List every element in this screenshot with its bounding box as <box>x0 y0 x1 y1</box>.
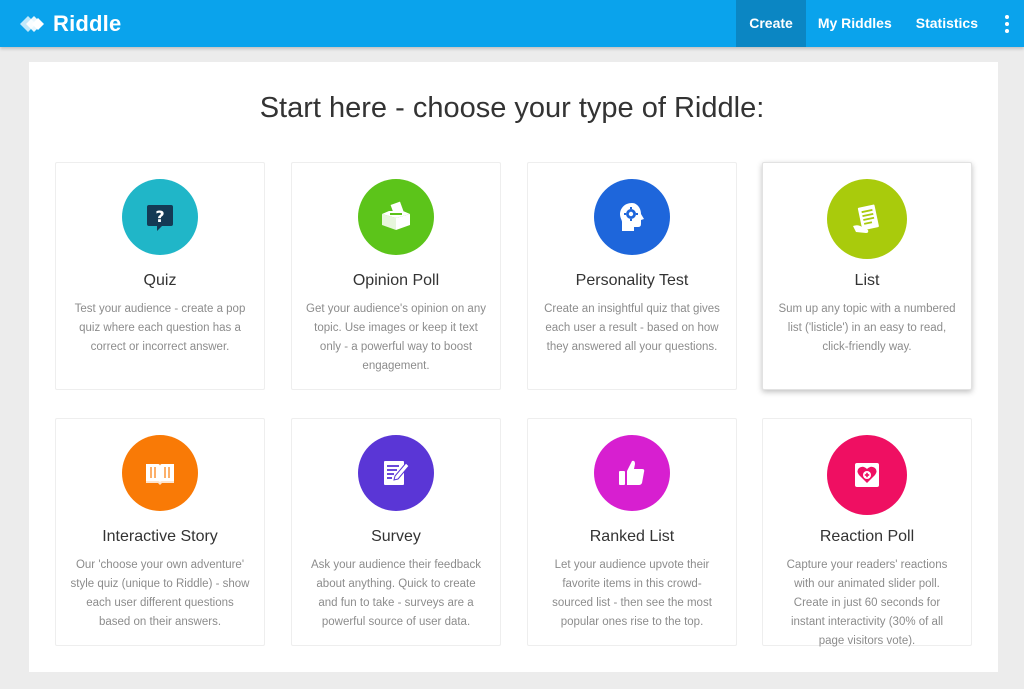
card-description: Capture your readers' reactions with our… <box>786 559 948 647</box>
heart-plus-icon <box>855 463 879 487</box>
card-title: Opinion Poll <box>352 272 440 289</box>
main-nav: Create My Riddles Statistics <box>736 0 1024 47</box>
pencil-form-icon <box>384 461 410 485</box>
open-book-icon <box>146 464 174 485</box>
card-description: Get your audience's opinion on any topic… <box>306 303 486 372</box>
head-gear-icon <box>620 203 644 231</box>
survey-badge <box>358 435 434 511</box>
personality-test-badge <box>594 179 670 255</box>
card-description: Let your audience upvote their favorite … <box>552 559 712 628</box>
checklist-hand-icon <box>853 204 879 233</box>
ranked-list-badge <box>594 435 670 511</box>
logo-text: Riddle <box>53 11 122 36</box>
card-reaction-poll[interactable]: Reaction Poll Capture your readers' reac… <box>762 418 972 647</box>
svg-text:?: ? <box>155 207 164 226</box>
card-interactive-story[interactable]: Interactive Story Our 'choose your own a… <box>55 418 265 646</box>
question-bubble-icon: ? <box>147 205 173 231</box>
riddle-logo-icon <box>20 16 44 32</box>
card-title: Survey <box>371 528 421 545</box>
nav-create[interactable]: Create <box>736 0 806 47</box>
riddle-logo[interactable]: Riddle <box>18 9 121 39</box>
top-navigation-bar: Riddle Create My Riddles Statistics <box>0 0 1024 47</box>
list-badge <box>827 179 907 259</box>
quiz-badge: ? <box>122 179 198 255</box>
card-ranked-list[interactable]: Ranked List Let your audience upvote the… <box>527 418 737 646</box>
nav-statistics[interactable]: Statistics <box>904 0 990 47</box>
card-description: Test your audience - create a pop quiz w… <box>74 303 246 353</box>
card-title: Personality Test <box>575 272 689 289</box>
card-personality-test[interactable]: Personality Test Create an insightful qu… <box>527 162 737 390</box>
kebab-menu-icon <box>1005 13 1009 34</box>
more-menu-button[interactable] <box>990 0 1024 47</box>
card-opinion-poll[interactable]: Opinion Poll Get your audience's opinion… <box>291 162 501 390</box>
card-quiz[interactable]: ? Quiz Test your audience - create a pop… <box>55 162 265 390</box>
card-description: Ask your audience their feedback about a… <box>310 559 482 628</box>
interactive-story-badge <box>122 435 198 511</box>
card-list[interactable]: List Sum up any topic with a numbered li… <box>762 162 972 390</box>
ballot-box-icon <box>382 201 410 230</box>
opinion-poll-badge <box>358 179 434 255</box>
card-description: Sum up any topic with a numbered list ('… <box>778 303 956 353</box>
card-title: Interactive Story <box>102 528 218 545</box>
card-description: Our 'choose your own adventure' style qu… <box>70 559 250 628</box>
card-description: Create an insightful quiz that gives eac… <box>544 303 720 353</box>
card-title: Quiz <box>143 272 177 289</box>
page-title: Start here - choose your type of Riddle: <box>259 92 765 124</box>
card-title: List <box>854 272 880 289</box>
nav-my-riddles[interactable]: My Riddles <box>806 0 904 47</box>
thumbs-up-icon <box>619 460 645 485</box>
card-title: Reaction Poll <box>819 528 915 545</box>
reaction-poll-badge <box>827 435 907 515</box>
card-survey[interactable]: Survey Ask your audience their feedback … <box>291 418 501 646</box>
card-title: Ranked List <box>589 528 675 545</box>
